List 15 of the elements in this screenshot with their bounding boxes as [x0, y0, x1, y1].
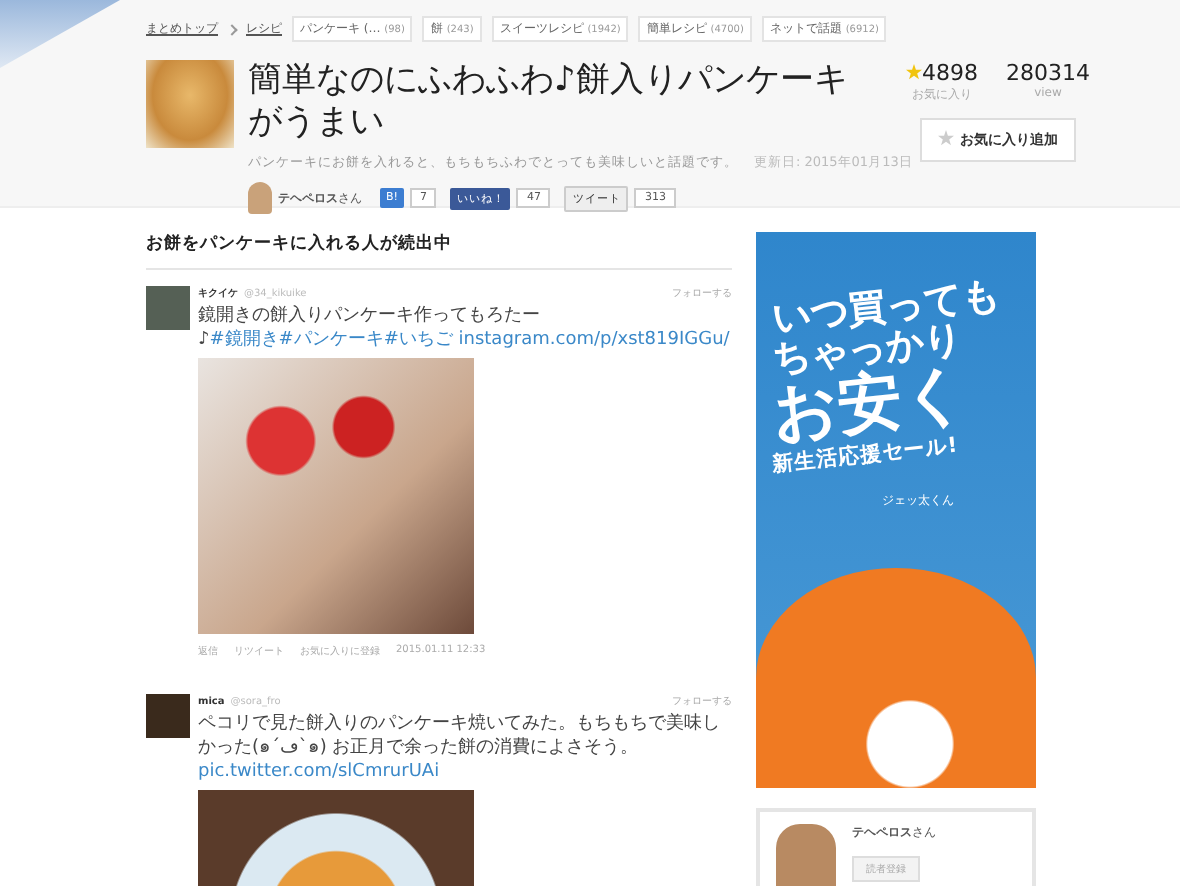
article-title: 簡単なのにふわふわ♪餅入りパンケーキがうまい	[248, 60, 848, 144]
favorite-count: 4898	[922, 60, 978, 86]
avatar-icon	[776, 824, 836, 886]
tweet-link[interactable]: pic.twitter.com/slCmrurUAi	[198, 762, 440, 782]
section-heading: お餅をパンケーキに入れる人が続出中	[146, 232, 732, 270]
user-avatar	[146, 286, 190, 330]
hashtag-link[interactable]: #鏡開き#パンケーキ#いちご	[209, 330, 453, 350]
avatar-icon	[248, 182, 272, 214]
view-count: 280314	[1006, 60, 1090, 86]
star-icon	[906, 64, 922, 80]
tweet-link[interactable]: instagram.com/p/xst819IGGu/	[458, 330, 730, 350]
chevron-icon	[226, 23, 238, 35]
star-icon	[938, 130, 954, 146]
tweet-text: 鏡開きの餅入りパンケーキ作ってもろたー♪#鏡開き#パンケーキ#いちご instagram.com/p/xst819IGGu/	[198, 304, 732, 352]
user-avatar	[146, 694, 190, 738]
